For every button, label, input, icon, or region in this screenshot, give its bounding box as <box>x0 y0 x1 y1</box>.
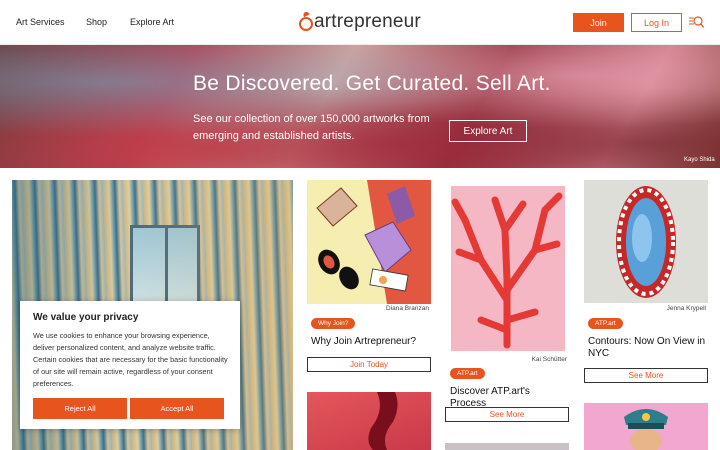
hero-subtitle: See our collection of over 150,000 artwo… <box>193 113 430 142</box>
artist-credit: Diana Branzan <box>386 305 429 312</box>
card-image-partial[interactable] <box>307 392 431 450</box>
card-image-why-join[interactable] <box>307 180 431 304</box>
logo-icon <box>299 17 313 31</box>
accept-all-button[interactable]: Accept All <box>130 398 224 419</box>
card-image-contours[interactable] <box>584 180 708 303</box>
card-image-partial[interactable] <box>445 443 569 450</box>
mirror-artwork <box>584 180 708 303</box>
see-more-button[interactable]: See More <box>445 407 569 422</box>
category-badge: Why Join? <box>311 318 356 329</box>
nav-shop[interactable]: Shop <box>86 17 107 27</box>
reject-all-button[interactable]: Reject All <box>33 398 127 419</box>
cookie-consent-banner: We value your privacy We use cookies to … <box>20 301 240 429</box>
coral-artwork <box>445 180 569 351</box>
join-today-button[interactable]: Join Today <box>307 357 431 372</box>
site-header: Art Services Shop Explore Art artreprene… <box>0 0 720 45</box>
logo[interactable]: artrepreneur <box>299 10 421 34</box>
artwork-illustration <box>307 180 431 304</box>
category-badge: ATP.art <box>588 318 623 329</box>
search-icon[interactable] <box>689 15 704 29</box>
artist-credit: Kai Schütter <box>531 356 567 363</box>
card-image-atp-process[interactable] <box>445 180 569 351</box>
cookie-title: We value your privacy <box>33 312 139 323</box>
logo-text: artrepreneur <box>314 11 421 32</box>
see-more-button[interactable]: See More <box>584 368 708 383</box>
card-image-partial[interactable] <box>584 403 708 450</box>
card-title[interactable]: Contours: Now On View in NYC <box>588 336 706 360</box>
cookie-description: We use cookies to enhance your browsing … <box>33 331 228 388</box>
join-button[interactable]: Join <box>573 13 624 32</box>
card-title[interactable]: Why Join Artrepreneur? <box>311 336 429 348</box>
login-button[interactable]: Log In <box>631 13 682 32</box>
nav-art-services[interactable]: Art Services <box>16 17 65 27</box>
hero-title: Be Discovered. Get Curated. Sell Art. <box>193 72 551 95</box>
category-badge: ATP.art <box>450 368 485 379</box>
explore-art-button[interactable]: Explore Art <box>449 120 527 142</box>
hero-banner: Be Discovered. Get Curated. Sell Art. Se… <box>0 45 720 168</box>
artist-credit: Jenna Krypell <box>666 305 706 312</box>
hero-artist-credit: Kayo Shida <box>684 157 715 163</box>
nav-explore-art[interactable]: Explore Art <box>130 17 174 27</box>
